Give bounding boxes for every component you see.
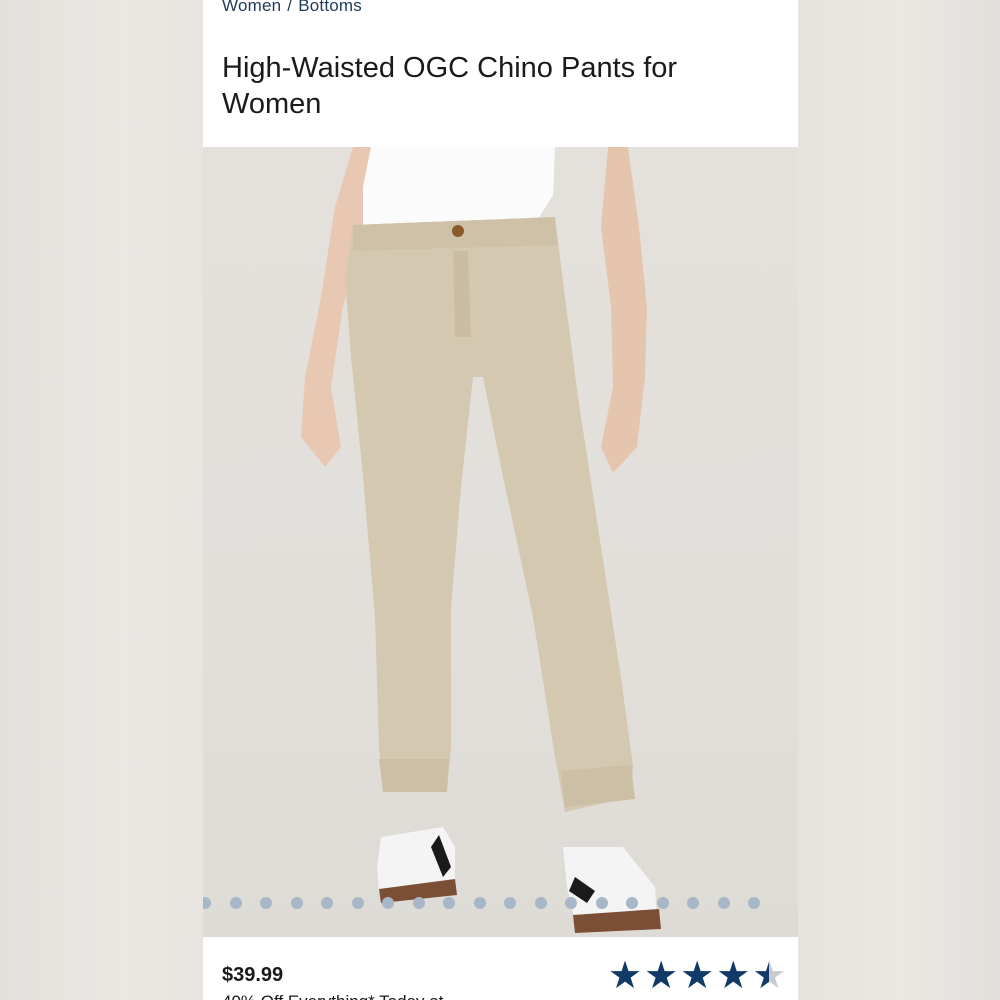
gallery-dot[interactable]: [534, 897, 547, 909]
gallery-dot[interactable]: [351, 897, 364, 909]
gallery-dot[interactable]: [626, 897, 638, 909]
breadcrumb: Women / Bottoms: [222, 0, 362, 16]
gallery-dot[interactable]: [473, 897, 486, 909]
left-cuff: [379, 759, 449, 792]
white-top: [363, 147, 555, 227]
fly-seam: [453, 251, 471, 337]
waist-button: [452, 225, 464, 237]
breadcrumb-link-bottoms[interactable]: Bottoms: [298, 0, 362, 15]
product-photo-illustration: [301, 147, 661, 933]
promo-text: 40% Off Everything* Today at...: [222, 992, 458, 1000]
gallery-dot[interactable]: [443, 897, 455, 909]
gallery-dot[interactable]: [321, 897, 333, 909]
breadcrumb-link-women[interactable]: Women: [222, 0, 281, 15]
product-image[interactable]: [203, 147, 798, 937]
khaki-pants: [345, 217, 633, 812]
gallery-dot[interactable]: [412, 897, 425, 909]
gallery-pagination: [203, 896, 798, 910]
gallery-dot[interactable]: [656, 897, 669, 909]
right-cuff: [561, 765, 635, 807]
star-full-icon: ★: [608, 955, 643, 997]
gallery-dot[interactable]: [382, 897, 394, 909]
gallery-dot[interactable]: [595, 897, 608, 909]
star-half-icon: ★: [752, 955, 787, 997]
star-full-icon: ★: [644, 955, 679, 997]
screenshot-stage: Women / Bottoms High-Waisted OGC Chino Pan…: [0, 0, 1000, 1000]
gallery-dot[interactable]: [504, 897, 516, 909]
breadcrumb-separator: /: [287, 0, 293, 15]
gallery-dot[interactable]: [229, 897, 242, 909]
gallery-dot[interactable]: [565, 897, 577, 909]
gallery-dot[interactable]: [203, 897, 211, 909]
gallery-dot[interactable]: [687, 897, 699, 909]
right-arm: [601, 147, 647, 473]
star-full-icon: ★: [680, 955, 715, 997]
gallery-dot[interactable]: [748, 897, 760, 909]
star-full-icon: ★: [716, 955, 751, 997]
gallery-dot[interactable]: [290, 897, 303, 909]
gallery-dot[interactable]: [717, 897, 730, 909]
product-title: High-Waisted OGC Chino Pants for Women: [222, 52, 678, 120]
gallery-dot[interactable]: [260, 897, 272, 909]
product-price: $39.99: [222, 964, 284, 986]
product-page: Women / Bottoms High-Waisted OGC Chino Pan…: [203, 0, 798, 1000]
star-rating[interactable]: ★ ★ ★ ★ ★: [608, 956, 786, 996]
